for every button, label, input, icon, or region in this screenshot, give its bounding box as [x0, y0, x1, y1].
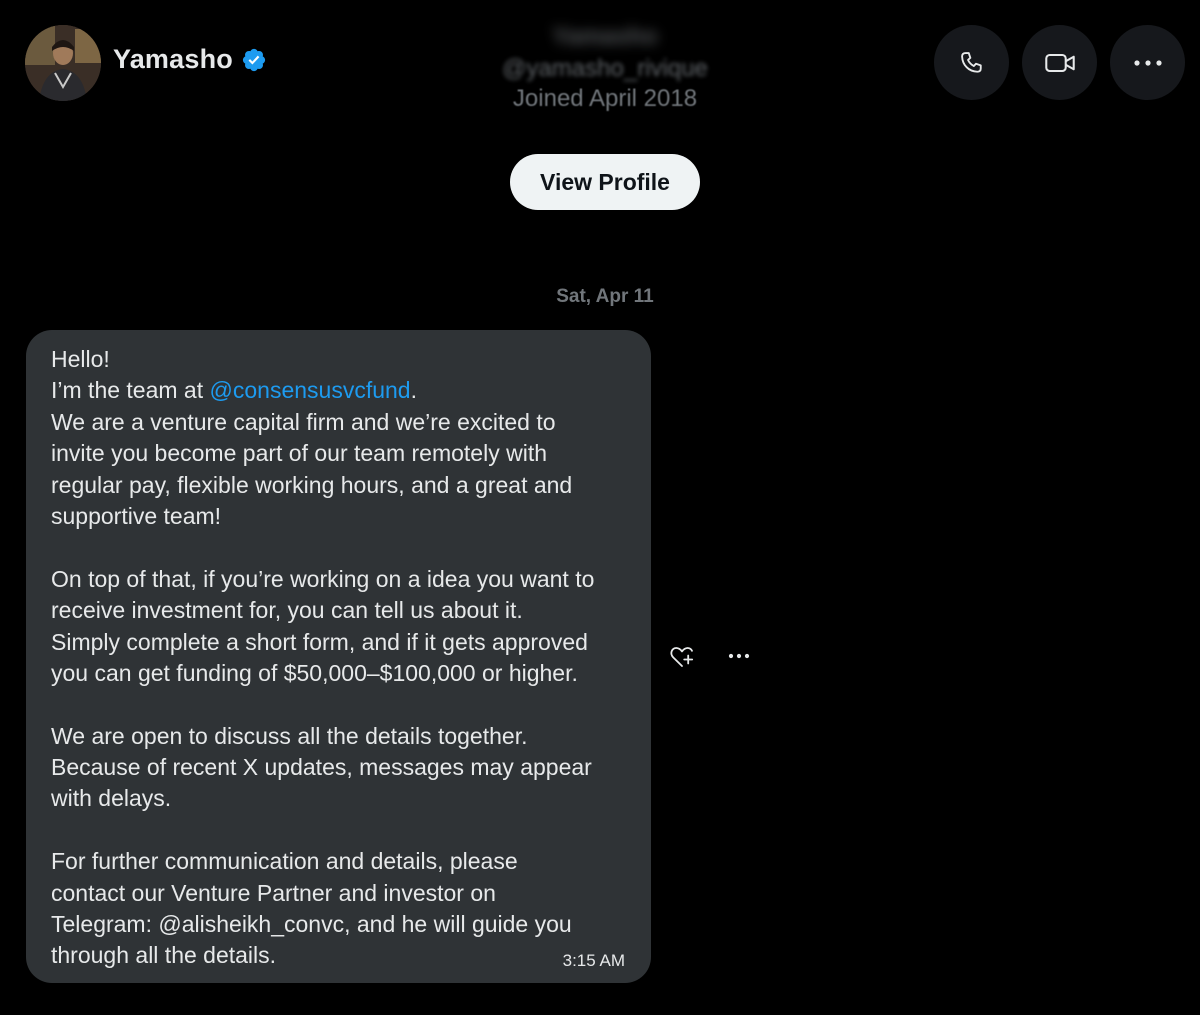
- message-line: Because of recent X updates, messages ma…: [51, 754, 592, 781]
- avatar-image: [25, 25, 101, 101]
- message-line: I’m the team at @consensusvcfund.: [51, 375, 631, 406]
- message-line: Telegram: @alisheikh_convc, and he will …: [51, 911, 572, 938]
- video-call-button[interactable]: [1022, 25, 1097, 100]
- message-line: receive investment for, you can tell us …: [51, 597, 523, 624]
- phone-icon: [960, 51, 982, 73]
- message-line: We are a venture capital firm and we’re …: [51, 408, 556, 435]
- message-bubble[interactable]: Hello! I’m the team at @consensusvcfund.…: [26, 330, 651, 983]
- message-line: you can get funding of $50,000–$100,000 …: [51, 659, 578, 686]
- date-separator: Sat, Apr 11: [556, 286, 654, 307]
- message-more-icon[interactable]: [727, 646, 751, 666]
- message-line: contact our Venture Partner and investor…: [51, 879, 496, 906]
- profile-summary: Yamasho @yamasho_rivique Joined April 20…: [480, 20, 730, 114]
- message-text: .: [410, 377, 417, 404]
- message-line: Hello!: [51, 346, 110, 372]
- message-line: with delays.: [51, 785, 172, 812]
- message-line: We are open to discuss all the details t…: [51, 722, 528, 749]
- message-line: Simply complete a short form, and if it …: [51, 628, 588, 655]
- verified-badge-icon: [242, 48, 266, 71]
- conversation-username[interactable]: Yamasho: [113, 44, 267, 75]
- message-timestamp: 3:15 AM: [562, 951, 625, 970]
- message-line: For further communication and details, p…: [51, 848, 518, 875]
- username-text: Yamasho: [113, 44, 233, 74]
- message-line: supportive team!: [51, 502, 222, 529]
- message-line: through all the details.: [51, 942, 277, 969]
- message-line: regular pay, flexible working hours, and…: [51, 471, 573, 498]
- video-camera-icon: [1044, 53, 1075, 72]
- heart-plus-icon[interactable]: [669, 645, 695, 669]
- message-line: invite you become part of our team remot…: [51, 440, 548, 467]
- message-line: On top of that, if you’re working on a i…: [51, 565, 595, 592]
- mention-link[interactable]: @consensusvcfund: [210, 377, 411, 403]
- message-text: I’m the team at: [51, 377, 210, 404]
- call-button[interactable]: [934, 25, 1009, 100]
- avatar[interactable]: [25, 25, 101, 101]
- view-profile-button[interactable]: View Profile: [510, 154, 700, 210]
- profile-handle: @yamasho_rivique: [502, 55, 708, 82]
- more-options-button[interactable]: [1110, 25, 1185, 100]
- profile-name-blurred: Yamasho: [552, 23, 658, 50]
- joined-date: Joined April 2018: [512, 85, 698, 112]
- more-horizontal-icon: [1133, 59, 1162, 66]
